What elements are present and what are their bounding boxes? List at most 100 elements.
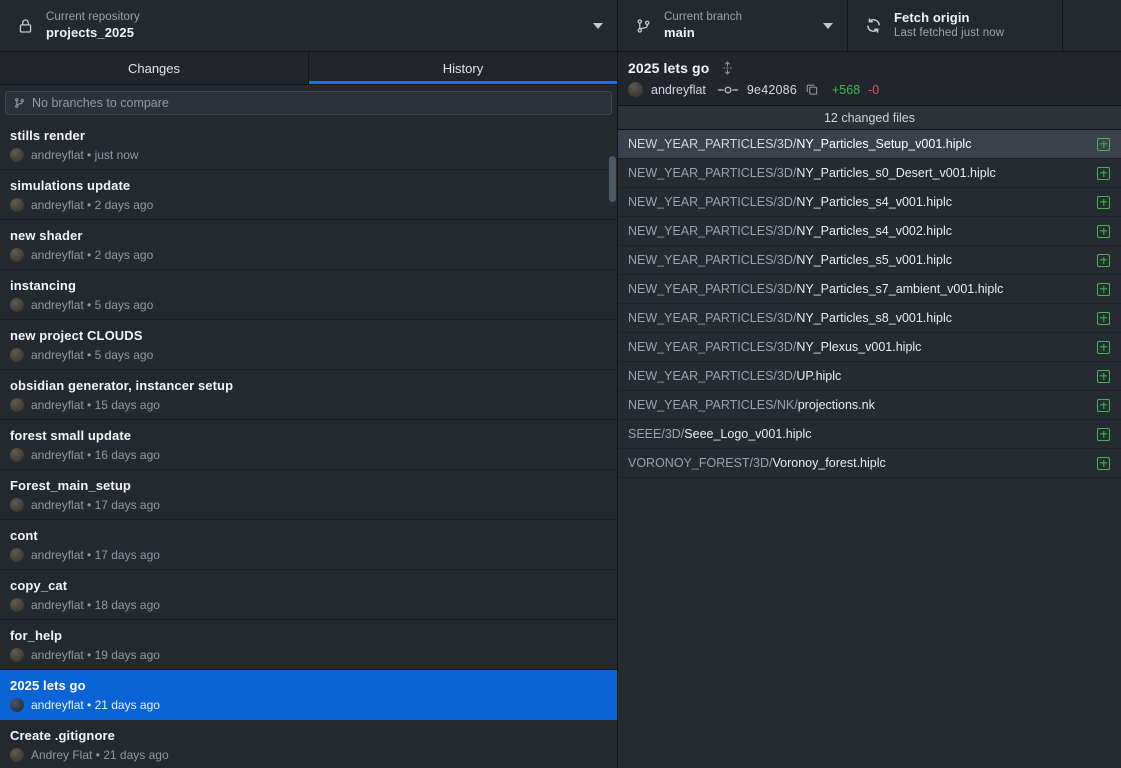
changed-file-name: Seee_Logo_v001.hiplc [684,427,812,441]
commit-list-item[interactable]: for_help andreyflat • 19 days ago [0,620,617,670]
commit-list-item[interactable]: Forest_main_setup andreyflat • 17 days ag… [0,470,617,520]
current-branch-label: Current branch [664,11,743,24]
file-added-icon [1097,253,1110,267]
commit-list-item-subtitle: andreyflat • 2 days ago [31,198,154,212]
lock-icon [14,18,36,34]
commit-list-item-title: 2025 lets go [10,678,86,693]
changed-file-name: NY_Particles_Setup_v001.hiplc [796,137,972,151]
commit-list-item[interactable]: instancing andreyflat • 5 days ago [0,270,617,320]
avatar [10,548,24,562]
commit-author: andreyflat [651,82,706,97]
branch-compare-input[interactable]: No branches to compare [5,91,612,115]
avatar [10,448,24,462]
changed-file-path: NEW_YEAR_PARTICLES/NK/ [628,398,798,412]
commit-list-item-subtitle: Andrey Flat • 21 days ago [31,748,169,762]
app-body: Changes History No branches to compare s… [0,52,1121,768]
commit-list-item-meta: andreyflat • 17 days ago [10,548,605,562]
additions-count: +568 [831,82,861,97]
commit-title: 2025 lets go [628,60,710,76]
commit-list-item-meta: andreyflat • 2 days ago [10,248,605,262]
changed-file-path: NEW_YEAR_PARTICLES/3D/ [628,369,797,383]
left-sidebar: Changes History No branches to compare s… [0,52,618,768]
tab-changes[interactable]: Changes [0,52,309,84]
changed-file-path: NEW_YEAR_PARTICLES/3D/ [628,253,797,267]
avatar [10,598,24,612]
commit-list-item-subtitle: andreyflat • 19 days ago [31,648,160,662]
git-branch-icon [14,97,25,109]
changed-file-name: NY_Particles_s4_v002.hiplc [796,224,952,238]
commit-list-item[interactable]: copy_cat andreyflat • 18 days ago [0,570,617,620]
toolbar-overflow-segment [1063,0,1121,51]
branch-compare-wrapper: No branches to compare [0,85,617,120]
chevron-down-icon [823,22,833,29]
commit-list-item-meta: andreyflat • 5 days ago [10,348,605,362]
chevron-down-icon [593,22,603,29]
commit-history-list[interactable]: stills render andreyflat • just now simula… [0,120,617,768]
commit-list-item-subtitle: andreyflat • 21 days ago [31,698,160,712]
commit-list-scrollbar[interactable] [609,156,616,202]
github-desktop-window: Current repository projects_2025 Current… [0,0,1121,768]
commit-list-item[interactable]: simulations update andreyflat • 2 days ag… [0,170,617,220]
changed-file-path: NEW_YEAR_PARTICLES/3D/ [628,195,797,209]
commit-list-item-title: Create .gitignore [10,728,115,743]
commit-list-item-title: forest small update [10,428,132,443]
avatar [10,648,24,662]
changed-file-row[interactable]: NEW_YEAR_PARTICLES/3D/NY_Particles_s4_v0… [618,217,1121,246]
commit-list-item[interactable]: Create .gitignore Andrey Flat • 21 days a… [0,720,617,768]
file-added-icon [1097,137,1110,151]
changed-file-row[interactable]: NEW_YEAR_PARTICLES/3D/NY_Particles_s4_v0… [618,188,1121,217]
commit-list-item-title: cont [10,528,38,543]
expand-vertical-icon[interactable] [721,61,734,76]
commit-list-item-subtitle: andreyflat • 17 days ago [31,548,160,562]
commit-list-item-meta: andreyflat • 19 days ago [10,648,605,662]
changed-file-path: NEW_YEAR_PARTICLES/3D/ [628,166,797,180]
commit-list-item[interactable]: stills render andreyflat • just now [0,120,617,170]
commit-list-item[interactable]: forest small update andreyflat • 16 days … [0,420,617,470]
commit-list-item-title: stills render [10,128,85,143]
copy-icon[interactable] [806,83,818,96]
changed-file-path: SEEE/3D/ [628,427,685,441]
commit-list-item-subtitle: andreyflat • just now [31,148,139,162]
changed-file-row[interactable]: VORONOY_FOREST/3D/Voronoy_forest.hiplc [618,449,1121,478]
changed-file-row[interactable]: NEW_YEAR_PARTICLES/3D/NY_Particles_s7_am… [618,275,1121,304]
commit-list-item-title: instancing [10,278,77,293]
avatar [10,298,24,312]
changed-files-list[interactable]: NEW_YEAR_PARTICLES/3D/NY_Particles_Setup… [618,130,1121,768]
changed-file-path: NEW_YEAR_PARTICLES/3D/ [628,137,797,151]
file-added-icon [1097,166,1110,180]
changed-file-name: NY_Particles_s0_Desert_v001.hiplc [796,166,996,180]
changed-file-name: NY_Particles_s7_ambient_v001.hiplc [796,282,1004,296]
commit-list-item-meta: andreyflat • 18 days ago [10,598,605,612]
commit-list-item[interactable]: new shader andreyflat • 2 days ago [0,220,617,270]
commit-list-item[interactable]: new project CLOUDS andreyflat • 5 days ag… [0,320,617,370]
commit-list-item[interactable]: obsidian generator, instancer setup andre… [0,370,617,420]
changed-file-path: NEW_YEAR_PARTICLES/3D/ [628,311,797,325]
avatar [10,348,24,362]
changed-file-row[interactable]: NEW_YEAR_PARTICLES/3D/NY_Particles_s8_v0… [618,304,1121,333]
avatar [10,698,24,712]
commit-list-item[interactable]: 2025 lets go andreyflat • 21 days ago [0,670,617,720]
commit-list-item-subtitle: andreyflat • 18 days ago [31,598,160,612]
commit-list-item-subtitle: andreyflat • 2 days ago [31,248,154,262]
commit-list-item-meta: andreyflat • 16 days ago [10,448,605,462]
changed-file-row[interactable]: SEEE/3D/Seee_Logo_v001.hiplc [618,420,1121,449]
changed-file-row[interactable]: NEW_YEAR_PARTICLES/3D/NY_Particles_s5_v0… [618,246,1121,275]
current-repository-value: projects_2025 [46,24,135,40]
commit-summary-title-row: 2025 lets go [628,60,1109,76]
changed-file-row[interactable]: NEW_YEAR_PARTICLES/3D/NY_Plexus_v001.hip… [618,333,1121,362]
changed-file-name: UP.hiplc [796,369,842,383]
current-repository-label: Current repository [46,11,140,24]
tab-history[interactable]: History [309,52,617,84]
avatar [10,498,24,512]
changed-file-row[interactable]: NEW_YEAR_PARTICLES/3D/NY_Particles_Setup… [618,130,1121,159]
changed-file-row[interactable]: NEW_YEAR_PARTICLES/3D/NY_Particles_s0_De… [618,159,1121,188]
changed-file-name: NY_Particles_s4_v001.hiplc [796,195,952,209]
current-branch-button[interactable]: Current branch main [618,0,848,51]
commit-detail-panel: 2025 lets go andreyflat 9e42086 +568 -0 … [618,52,1121,768]
changed-file-row[interactable]: NEW_YEAR_PARTICLES/NK/projections.nk [618,391,1121,420]
fetch-origin-button[interactable]: Fetch origin Last fetched just now [848,0,1063,51]
changed-file-row[interactable]: NEW_YEAR_PARTICLES/3D/UP.hiplc [618,362,1121,391]
commit-list-item[interactable]: cont andreyflat • 17 days ago [0,520,617,570]
changed-file-name: NY_Particles_s8_v001.hiplc [796,311,952,325]
current-repository-button[interactable]: Current repository projects_2025 [0,0,618,51]
